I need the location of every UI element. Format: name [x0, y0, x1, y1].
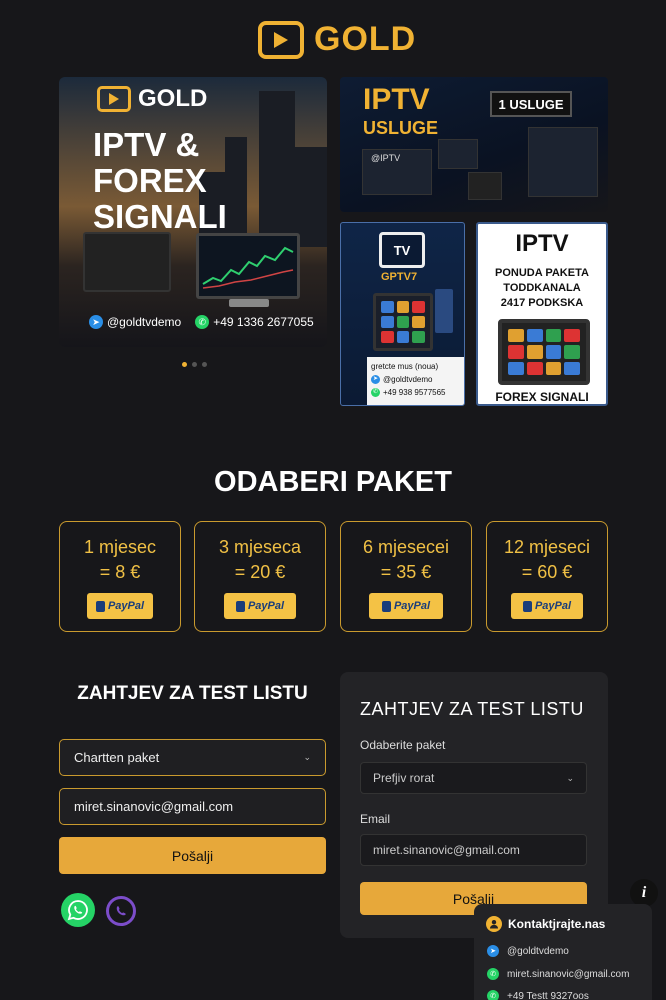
whatsapp-icon: ✆ [487, 990, 499, 1000]
promo1-subtitle: USLUGE [363, 118, 439, 138]
package-period: 1 mjesec [83, 537, 157, 557]
contact-phone[interactable]: ✆ +49 Testt 9327oos [487, 990, 589, 1000]
promo2-handle: @goldtvdemo [383, 375, 433, 384]
paypal-label: PayPal [534, 600, 572, 612]
telegram-icon: ➤ [89, 315, 103, 329]
whatsapp-icon: ✆ [487, 968, 499, 980]
carousel-dots[interactable] [182, 362, 207, 367]
package-label: Odaberite paket [360, 738, 446, 752]
package-price: = 35 € [380, 562, 432, 582]
info-icon[interactable]: i [630, 879, 658, 907]
viber-icon[interactable] [106, 896, 136, 926]
contact-telegram[interactable]: ➤ @goldtvdemo [487, 945, 569, 957]
hero-logo-text: GOLD [138, 85, 208, 112]
paypal-icon [381, 600, 391, 612]
paypal-label: PayPal [247, 600, 285, 612]
email-field[interactable]: miret.sinanovic@gmail.com [360, 834, 587, 866]
promo-image-ponuda[interactable]: IPTV PONUDA PAKETA TODDKANALA 2417 PODKS… [476, 222, 608, 406]
promo3-footer: FOREX SIGNALI [495, 390, 589, 404]
hero-telegram: @goldtvdemo [107, 315, 182, 329]
package-card[interactable]: 6 mjesecei = 35 € PayPal [340, 521, 472, 632]
paypal-button[interactable]: PayPal [369, 593, 443, 619]
promo3-line: PONUDA PAKETA [495, 267, 589, 279]
test-form-panel: ZAHTJEV ZA TEST LISTU Odaberite paket Pr… [340, 672, 608, 938]
package-card[interactable]: 1 mjesec = 8 € PayPal [59, 521, 181, 632]
whatsapp-icon: ✆ [371, 388, 380, 397]
paypal-button[interactable]: PayPal [87, 593, 153, 619]
email-field-value: miret.sinanovic@gmail.com [373, 843, 520, 857]
whatsapp-icon: ✆ [195, 315, 210, 329]
hero-phone: +49 1336 2677055 [213, 315, 314, 329]
brand-logo[interactable]: GOLD [258, 20, 416, 59]
contact-title: Kontaktjrajte.nas [508, 917, 606, 931]
submit-button[interactable]: Pošalji [59, 837, 326, 874]
email-field[interactable]: miret.sinanovic@gmail.com [59, 788, 326, 825]
paypal-label: PayPal [393, 600, 431, 612]
promo3-title: IPTV [515, 230, 569, 257]
contact-phone-text: +49 Testt 9327oos [507, 990, 589, 1000]
paypal-button[interactable]: PayPal [511, 593, 583, 619]
test-form-title: ZAHTJEV ZA TEST LISTU [77, 683, 308, 704]
promo2-phone: +49 938 9577565 [383, 388, 446, 397]
tv-image [83, 232, 171, 292]
chevron-down-icon: ⌄ [303, 752, 311, 762]
play-icon [258, 20, 304, 59]
carousel-dot[interactable] [202, 362, 207, 367]
package-price: = 20 € [234, 562, 286, 582]
promo2-caption: gretcte mus (noua) [371, 362, 439, 371]
promo3-line: 2417 PODKSKA [500, 297, 584, 309]
package-price: = 8 € [99, 562, 141, 582]
hero-slide[interactable]: GOLD IPTV & FOREX SIGNALI ➤ @goldtvdemo ✆… [59, 77, 327, 347]
user-icon [486, 916, 502, 932]
hero-contacts: ➤ @goldtvdemo ✆ +49 1336 2677055 [89, 315, 314, 329]
contact-telegram-text: @goldtvdemo [507, 945, 569, 957]
promo3-lines: PONUDA PAKETA TODDKANALA 2417 PODKSKA [478, 266, 606, 311]
brand-name: GOLD [314, 20, 417, 58]
contact-popup: Kontaktjrajte.nas ➤ @goldtvdemo ✆ miret.… [474, 904, 652, 1000]
package-select[interactable]: Chartten paket ⌄ [59, 739, 326, 776]
panel-title: ZAHTJEV ZA TEST LISTU [360, 699, 584, 719]
package-select[interactable]: Prefjiv rorat ⌄ [360, 762, 587, 794]
monitor-image [196, 233, 300, 299]
package-card[interactable]: 12 mjeseci = 60 € PayPal [486, 521, 608, 632]
play-icon [97, 86, 131, 112]
chevron-down-icon: ⌄ [566, 772, 574, 783]
promo-image-iptv-usluge[interactable]: IPTV USLUGE 1 USLUGE @IPTV [340, 77, 608, 212]
whatsapp-icon[interactable] [61, 893, 95, 927]
promo1-handle: @IPTV [371, 153, 401, 163]
promo3-line: TODDKANALA [503, 282, 581, 294]
package-period: 12 mjeseci [503, 537, 591, 557]
package-price: = 60 € [521, 562, 573, 582]
contact-email[interactable]: ✆ miret.sinanovic@gmail.com [487, 968, 629, 980]
promo1-title: IPTV [363, 83, 430, 116]
email-field-value: miret.sinanovic@gmail.com [74, 799, 234, 814]
tv-image [498, 319, 590, 385]
paypal-icon [95, 600, 105, 612]
tv-image [373, 293, 433, 351]
telegram-icon: ➤ [371, 375, 380, 384]
promo2-title: GPTV7 [381, 271, 418, 283]
paypal-label: PayPal [107, 600, 145, 612]
package-select-value: Chartten paket [74, 750, 160, 765]
packages-title: ODABERI PAKET [214, 466, 452, 498]
carousel-dot[interactable] [192, 362, 197, 367]
hero-title: IPTV & FOREX SIGNALI [93, 126, 227, 235]
email-label: Email [360, 812, 391, 826]
carousel-dot[interactable] [182, 362, 187, 367]
paypal-icon [522, 600, 532, 612]
package-period: 6 mjesecei [362, 537, 450, 557]
telegram-icon: ➤ [487, 945, 499, 957]
tv-icon: TV [379, 232, 425, 268]
hero-logo: GOLD [97, 85, 207, 113]
paypal-icon [235, 600, 245, 612]
contact-email-text: miret.sinanovic@gmail.com [507, 968, 630, 980]
package-card[interactable]: 3 mjeseca = 20 € PayPal [194, 521, 326, 632]
package-select-value: Prefjiv rorat [373, 771, 435, 785]
promo-image-gptv[interactable]: TV GPTV7 gretcte mus (noua) ➤ @goldtvdemo… [340, 222, 465, 406]
paypal-button[interactable]: PayPal [224, 593, 296, 619]
promo1-badge: 1 USLUGE [490, 91, 572, 117]
package-period: 3 mjeseca [218, 537, 302, 557]
